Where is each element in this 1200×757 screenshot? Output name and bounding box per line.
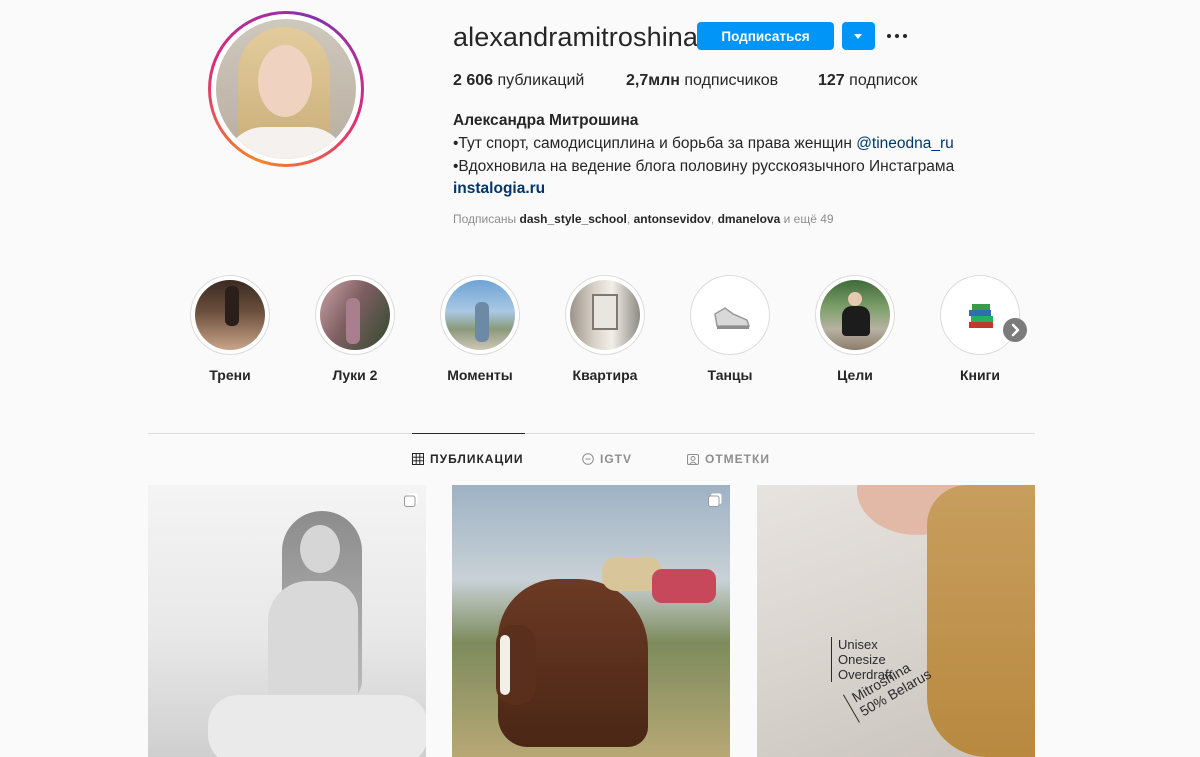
tagged-icon (687, 454, 699, 465)
highlight-label: Квартира (572, 367, 638, 383)
post-thumbnail[interactable] (148, 485, 426, 757)
highlight-cover (695, 280, 765, 350)
highlight-cover (820, 280, 890, 350)
followers-stat[interactable]: 2,7млн подписчиков (626, 72, 778, 90)
carousel-icon (404, 493, 418, 507)
igtv-icon (582, 453, 594, 465)
highlight-cover (445, 280, 515, 350)
followers-count: 2,7млн (626, 72, 680, 89)
highlight-label: Трени (209, 367, 251, 383)
following-label: подписок (849, 72, 918, 89)
highlight-cover (320, 280, 390, 350)
bio-line-1: •Тут спорт, самодисциплина и борьба за п… (453, 135, 954, 153)
chevron-right-icon (1011, 323, 1020, 337)
chevron-down-icon (854, 34, 862, 39)
highlight-item[interactable]: Моменты (440, 275, 520, 383)
highlight-label: Цели (837, 367, 873, 383)
profile-avatar[interactable] (208, 11, 364, 167)
profile-website-link[interactable]: instalogia.ru (453, 180, 545, 198)
highlight-label: Луки 2 (332, 367, 378, 383)
active-tab-indicator (412, 433, 525, 434)
tab-label: IGTV (600, 452, 633, 466)
following-stat[interactable]: 127 подписок (818, 72, 917, 90)
tab-tagged[interactable]: ОТМЕТКИ (687, 452, 770, 466)
sneaker-icon (714, 307, 751, 329)
posts-count-stat: 2 606 публикаций (453, 72, 584, 90)
highlight-item[interactable]: Луки 2 (315, 275, 395, 383)
more-options-icon[interactable] (887, 28, 909, 44)
highlight-item[interactable]: Трени (190, 275, 270, 383)
carousel-icon (708, 493, 722, 507)
avatar-photo (216, 19, 356, 159)
posts-count: 2 606 (453, 72, 494, 89)
highlight-cover (195, 280, 265, 350)
followed-by-suffix: и ещё 49 (780, 212, 834, 226)
tab-label: ОТМЕТКИ (705, 452, 770, 466)
highlight-label: Книги (959, 367, 1001, 383)
highlight-label: Моменты (447, 367, 513, 383)
followers-label: подписчиков (684, 72, 779, 89)
posts-label: публикаций (497, 72, 585, 89)
followed-by-user[interactable]: antonsevidov (634, 212, 711, 226)
post-thumbnail[interactable]: Unisex Onesize Overdraft Mitroshina 50% … (757, 485, 1035, 757)
followed-by[interactable]: Подписаны dash_style_school, antonsevido… (453, 212, 834, 226)
highlight-item[interactable]: Квартира (565, 275, 645, 383)
followed-by-user[interactable]: dmanelova (718, 212, 781, 226)
highlight-cover (570, 280, 640, 350)
bio-line-2: •Вдохновила на ведение блога половину ру… (453, 158, 955, 175)
tabs-divider (148, 433, 1035, 434)
follow-button[interactable]: Подписаться (697, 22, 834, 50)
highlight-label: Танцы (707, 367, 753, 383)
tab-posts[interactable]: ПУБЛИКАЦИИ (412, 452, 523, 466)
highlights-next-button[interactable] (1003, 318, 1027, 342)
tab-igtv[interactable]: IGTV (582, 452, 632, 466)
suggestions-dropdown-button[interactable] (842, 22, 875, 50)
profile-username: alexandramitroshina (453, 22, 699, 52)
highlight-item[interactable]: Танцы (690, 275, 770, 383)
profile-full-name: Александра Митрошина (453, 112, 639, 129)
grid-icon (412, 453, 424, 465)
tab-label: ПУБЛИКАЦИИ (430, 452, 524, 466)
following-count: 127 (818, 72, 845, 89)
print-line: Onesize (838, 652, 886, 667)
followed-by-prefix: Подписаны (453, 212, 520, 226)
post-thumbnail[interactable] (452, 485, 730, 757)
print-line: Unisex (838, 637, 878, 652)
followed-by-user[interactable]: dash_style_school (520, 212, 627, 226)
bio-mention-link[interactable]: @tineodna_ru (856, 135, 954, 152)
highlight-item[interactable]: Цели (815, 275, 895, 383)
bio-text-1: •Тут спорт, самодисциплина и борьба за п… (453, 135, 857, 152)
